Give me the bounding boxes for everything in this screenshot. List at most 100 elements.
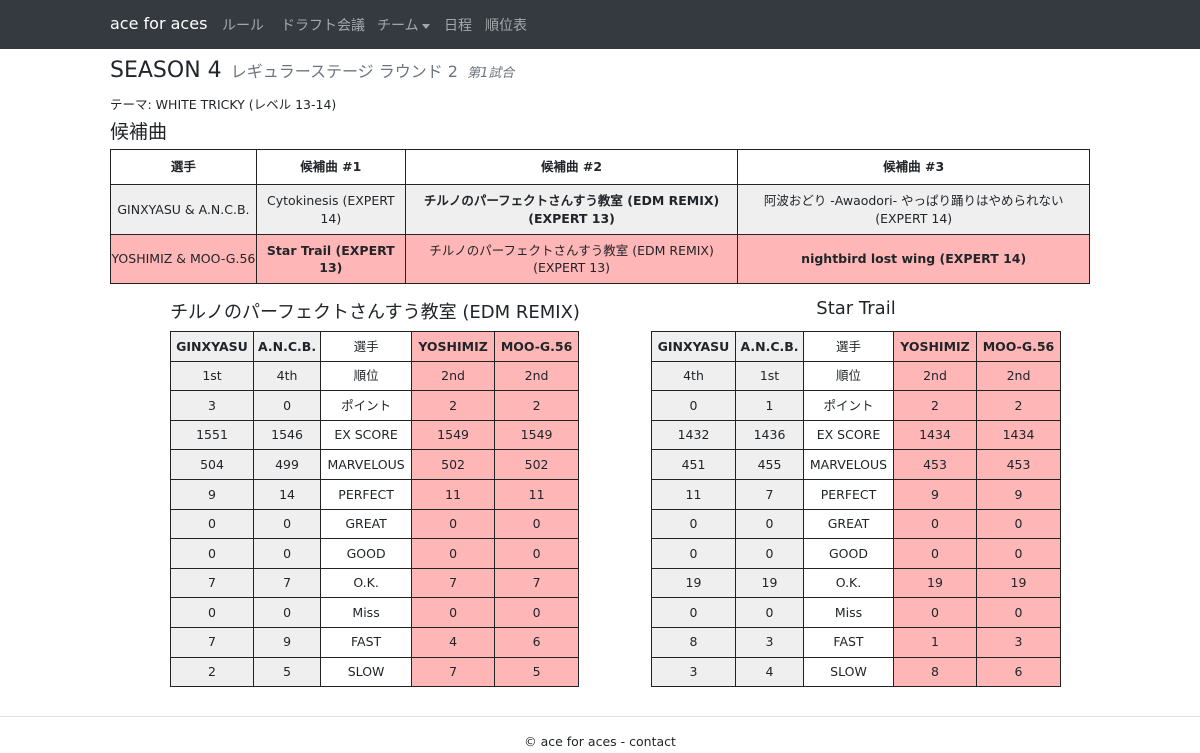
nav-link-schedule[interactable]: 日程	[444, 15, 472, 35]
candidates-player: GINXYASU & A.N.C.B.	[110, 184, 257, 235]
candidates-row-team-b: YOSHIMIZ & MOO-G.56 Star Trail (EXPERT 1…	[110, 234, 1090, 284]
stat-row: 0 0 GREAT 0 0	[651, 508, 1061, 540]
stat-value: 0	[411, 538, 496, 569]
results-header-row: GINXYASU A.N.C.B. 選手 YOSHIMIZ MOO-G.56	[651, 331, 1061, 362]
stat-value: 19	[893, 567, 977, 599]
candidates-header-song-3: 候補曲 #3	[737, 149, 1090, 185]
nav-link-teams[interactable]: チーム	[377, 15, 430, 35]
stat-value: 11	[411, 478, 496, 510]
stat-value: 0	[735, 597, 804, 628]
contact-link[interactable]: contact	[629, 734, 676, 749]
stat-row: 1432 1436 EX SCORE 1434 1434	[651, 419, 1061, 451]
stat-value: 0	[411, 597, 496, 628]
player-name: GINXYASU	[170, 331, 254, 362]
stat-value: 0	[411, 508, 496, 540]
stat-value: 1	[893, 626, 977, 658]
season-title: SEASON 4	[110, 58, 222, 83]
player-name: MOO-G.56	[976, 331, 1061, 362]
candidates-row-team-a: GINXYASU & A.N.C.B. Cytokinesis (EXPERT …	[110, 184, 1090, 235]
footer: © ace for aces - contact	[0, 734, 1200, 749]
stat-value: 9	[170, 478, 254, 510]
candidates-song: チルノのパーフェクトさんすう教室 (EDM REMIX) (EXPERT 13)	[404, 234, 739, 284]
stat-label: MARVELOUS	[320, 449, 413, 480]
stat-value: 2nd	[976, 360, 1061, 392]
navbar: ace for aces ルール ドラフト会議 チーム 日程 順位表	[0, 0, 1200, 49]
stat-label: 順位	[320, 360, 413, 392]
stat-row: 504 499 MARVELOUS 502 502	[170, 449, 580, 480]
stat-label-header: 選手	[803, 331, 894, 362]
footer-divider	[0, 716, 1200, 717]
stat-row: 19 19 O.K. 19 19	[651, 567, 1061, 599]
stat-label: O.K.	[320, 567, 413, 599]
stat-row: 3 0 ポイント 2 2	[170, 390, 580, 421]
stat-label: GOOD	[803, 538, 894, 569]
stat-value: 7	[411, 656, 496, 688]
stat-value: 0	[252, 597, 322, 628]
stat-label: ポイント	[803, 390, 894, 421]
stat-row: 7 7 O.K. 7 7	[170, 567, 580, 599]
stat-label: 順位	[803, 360, 894, 392]
player-name: A.N.C.B.	[252, 331, 322, 362]
candidates-header-player: 選手	[110, 149, 257, 185]
candidates-song: Cytokinesis (EXPERT 14)	[255, 184, 406, 235]
song-2-title: Star Trail	[816, 298, 896, 319]
stat-value: 1432	[651, 419, 736, 451]
stat-row: 0 0 Miss 0 0	[170, 597, 580, 628]
stat-value: 504	[170, 449, 254, 480]
stat-value: 8	[651, 626, 736, 658]
stat-value: 1549	[494, 419, 580, 451]
nav-link-draft[interactable]: ドラフト会議	[281, 15, 365, 35]
stat-value: 9	[893, 478, 977, 510]
stat-value: 2	[494, 390, 580, 421]
stat-value: 19	[735, 567, 804, 599]
stat-value: 5	[252, 656, 322, 688]
brand-link[interactable]: ace for aces	[110, 14, 207, 33]
stat-row: 0 1 ポイント 2 2	[651, 390, 1061, 421]
stat-value: 453	[893, 449, 977, 480]
stat-label: GREAT	[803, 508, 894, 540]
stat-row: 3 4 SLOW 8 6	[651, 656, 1061, 688]
stat-value: 0	[651, 597, 736, 628]
stat-value: 1436	[735, 419, 804, 451]
stat-value: 1551	[170, 419, 254, 451]
stat-label: ポイント	[320, 390, 413, 421]
stat-label: MARVELOUS	[803, 449, 894, 480]
stat-row: 1551 1546 EX SCORE 1549 1549	[170, 419, 580, 451]
song-1-title: チルノのパーフェクトさんすう教室 (EDM REMIX)	[170, 302, 580, 323]
stat-value: 0	[893, 538, 977, 569]
stat-label: EX SCORE	[803, 419, 894, 451]
stat-value: 5	[494, 656, 580, 688]
stat-label: PERFECT	[320, 478, 413, 510]
results-header-row: GINXYASU A.N.C.B. 選手 YOSHIMIZ MOO-G.56	[170, 331, 580, 362]
stat-value: 6	[494, 626, 580, 658]
stat-value: 3	[170, 390, 254, 421]
stat-value: 11	[651, 478, 736, 510]
stat-value: 502	[411, 449, 496, 480]
stat-value: 0	[735, 508, 804, 540]
stat-value: 0	[170, 597, 254, 628]
stat-value: 7	[170, 626, 254, 658]
stat-value: 4	[411, 626, 496, 658]
stat-value: 2	[170, 656, 254, 688]
stat-label: PERFECT	[803, 478, 894, 510]
stat-row: 0 0 GOOD 0 0	[651, 538, 1061, 569]
stat-value: 3	[651, 656, 736, 688]
nav-link-rules[interactable]: ルール	[222, 15, 264, 35]
stat-row: 0 0 Miss 0 0	[651, 597, 1061, 628]
stat-row: 451 455 MARVELOUS 453 453	[651, 449, 1061, 480]
stat-value: 2nd	[893, 360, 977, 392]
stat-value: 9	[252, 626, 322, 658]
stat-value: 1434	[893, 419, 977, 451]
footer-copyright: © ace for aces -	[524, 734, 630, 749]
stat-value: 0	[170, 508, 254, 540]
candidates-song-selected: Star Trail (EXPERT 13)	[255, 234, 406, 284]
stat-label: EX SCORE	[320, 419, 413, 451]
stat-value: 0	[976, 508, 1061, 540]
stat-value: 19	[976, 567, 1061, 599]
player-name: GINXYASU	[651, 331, 736, 362]
candidates-song: 阿波おどり -Awaodori- やっぱり踊りはやめられない (EXPERT 1…	[737, 184, 1090, 235]
stat-value: 7	[411, 567, 496, 599]
stat-value: 6	[976, 656, 1061, 688]
stat-value: 0	[651, 390, 736, 421]
nav-link-standings[interactable]: 順位表	[485, 15, 527, 35]
